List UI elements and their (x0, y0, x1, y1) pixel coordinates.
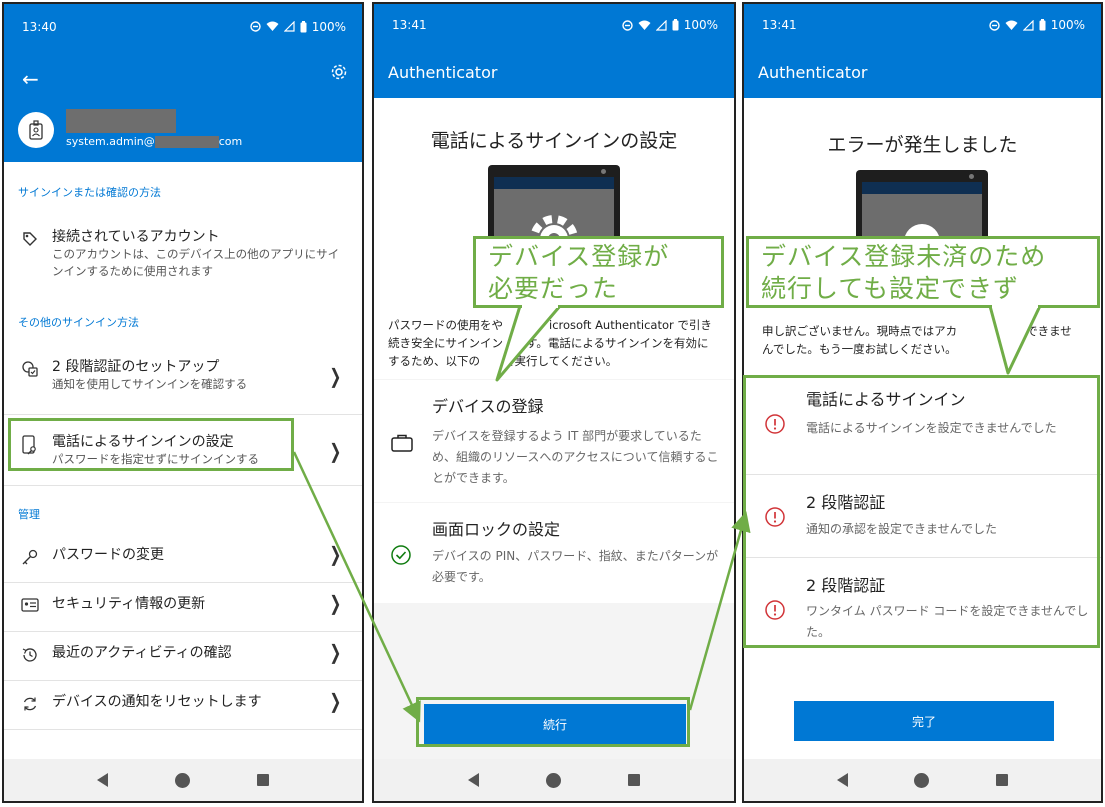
connected-accounts-item[interactable]: 接続されているアカウント このアカウントは、このデバイス上の他のアプリにサインイ… (4, 228, 362, 284)
battery-icon (1039, 19, 1046, 31)
step-title: デバイスの登録 (432, 397, 544, 416)
status-bar: 13:40 100% (4, 4, 362, 49)
nav-recents-icon[interactable] (995, 774, 1008, 786)
android-nav-bar (374, 759, 734, 801)
item-title: デバイスの通知をリセットします (52, 694, 262, 710)
signal-icon (283, 21, 295, 32)
battery-level: 100% (1050, 18, 1085, 32)
two-step-setup-item[interactable]: 2 段階認証のセットアップ 通知を使用してサインインを確認する ❯ (4, 358, 362, 402)
section-label-signin-methods: サインインまたは確認の方法 (18, 186, 161, 199)
page-title: 電話によるサインインの設定 (430, 130, 678, 152)
app-title: Authenticator (758, 62, 868, 82)
description-text: 申し訳ございません。現時点ではアカ 加できませんでした。もう一度お試しください。 (762, 324, 1072, 356)
item-title: 最近のアクティビティの確認 (52, 645, 232, 661)
item-title: パスワードの変更 (52, 547, 164, 563)
two-step-icon (18, 360, 42, 378)
screen-lock-step[interactable]: 画面ロックの設定 デバイスの PIN、パスワード、指紋、またパターンが必要です。 (374, 503, 734, 603)
back-arrow-icon[interactable]: ← (22, 67, 39, 91)
briefcase-icon (391, 434, 413, 452)
battery-level: 100% (311, 19, 346, 34)
item-title: セキュリティ情報の更新 (52, 596, 206, 612)
signal-icon (655, 19, 667, 31)
nav-back-icon[interactable] (837, 773, 849, 787)
item-title: 接続されているアカウント (52, 229, 220, 245)
account-header: ← system.admin@ com (4, 49, 362, 162)
status-time: 13:41 (392, 18, 427, 32)
android-nav-bar (744, 759, 1101, 801)
nav-back-icon[interactable] (467, 773, 479, 787)
signal-icon (1022, 19, 1034, 31)
highlight-continue-button (416, 697, 690, 747)
callout-device-registration-required: デバイス登録が 必要だった (473, 236, 724, 308)
wifi-icon (266, 21, 279, 31)
step-title: 画面ロックの設定 (432, 520, 561, 539)
item-subtitle: このアカウントは、このデバイス上の他のアプリにサインインするために使用されます (52, 247, 340, 278)
status-time: 13:41 (762, 18, 797, 32)
reset-device-notifications-item[interactable]: デバイスの通知をリセットします ❯ (4, 689, 362, 717)
callout-line: デバイス登録未済のため (761, 242, 1047, 271)
status-bar: 13:41 100% (744, 4, 1101, 46)
battery-icon (300, 20, 307, 32)
section-label-other-methods: その他のサインイン方法 (18, 316, 139, 329)
description-text: パスワードの使用をや icrosoft Authenticator で引き続き安… (388, 318, 712, 368)
check-circle-icon (391, 545, 411, 565)
app-title: Authenticator (388, 62, 498, 82)
callout-line: 必要だった (488, 274, 619, 303)
done-button[interactable]: 完了 (794, 701, 1054, 741)
section-label-manage: 管理 (18, 508, 40, 521)
phone-screen-account-settings: 13:40 100% ← system.admin@ com サインインまたは確認… (2, 2, 364, 803)
dnd-icon (249, 21, 261, 32)
status-time: 13:40 (22, 19, 57, 34)
wifi-icon (638, 20, 651, 30)
battery-level: 100% (683, 18, 718, 32)
callout-line: デバイス登録が (488, 242, 670, 271)
item-subtitle: 通知を使用してサインインを確認する (52, 377, 248, 391)
step-description: デバイスを登録するよう IT 部門が要求しているため、組織のリソースへのアクセス… (432, 429, 719, 485)
key-tag-icon (18, 230, 42, 248)
chevron-right-icon: ❯ (329, 364, 342, 388)
callout-cannot-set-up: デバイス登録未済のため 続行しても設定できず (746, 236, 1100, 308)
chevron-right-icon: ❯ (329, 439, 342, 463)
badge-icon (29, 120, 43, 140)
chevron-right-icon: ❯ (329, 689, 342, 713)
history-icon (18, 646, 42, 664)
dnd-icon (621, 19, 633, 31)
highlight-error-list (743, 375, 1100, 648)
step-description: デバイスの PIN、パスワード、指紋、またパターンが必要です。 (432, 549, 719, 584)
avatar (18, 112, 54, 148)
battery-icon (672, 19, 679, 31)
account-email: system.admin@ com (66, 135, 243, 148)
nav-back-icon[interactable] (97, 773, 109, 787)
nav-home-icon[interactable] (174, 772, 190, 788)
chevron-right-icon: ❯ (329, 640, 342, 664)
nav-home-icon[interactable] (914, 772, 930, 788)
item-title: 2 段階認証のセットアップ (52, 359, 220, 375)
callout-line: 続行しても設定できず (761, 274, 1020, 303)
app-bar: Authenticator (374, 46, 734, 98)
status-bar: 13:41 100% (374, 4, 734, 46)
nav-recents-icon[interactable] (256, 774, 269, 786)
android-nav-bar (4, 759, 362, 801)
phone-screen-phone-signin-setup: 13:41 100% Authenticator 電話によるサインインの設定 パ… (372, 2, 736, 803)
key-icon (18, 548, 42, 566)
device-registration-step[interactable]: デバイスの登録 デバイスを登録するよう IT 部門が要求しているため、組織のリソ… (374, 380, 734, 502)
gear-icon[interactable] (330, 63, 348, 81)
page-title: エラーが発生しました (827, 134, 1018, 156)
wifi-icon (1005, 20, 1018, 30)
nav-recents-icon[interactable] (628, 774, 641, 786)
id-card-icon (18, 597, 42, 613)
app-bar: Authenticator (744, 46, 1101, 98)
chevron-right-icon: ❯ (329, 591, 342, 615)
chevron-right-icon: ❯ (329, 542, 342, 566)
redacted-account-name (66, 109, 176, 133)
change-password-item[interactable]: パスワードの変更 ❯ (4, 542, 362, 570)
dnd-icon (988, 19, 1000, 31)
nav-home-icon[interactable] (545, 772, 561, 788)
recent-activity-item[interactable]: 最近のアクティビティの確認 ❯ (4, 640, 362, 668)
sync-icon (18, 695, 42, 713)
highlight-phone-signin-item (8, 418, 294, 471)
update-security-info-item[interactable]: セキュリティ情報の更新 ❯ (4, 591, 362, 619)
